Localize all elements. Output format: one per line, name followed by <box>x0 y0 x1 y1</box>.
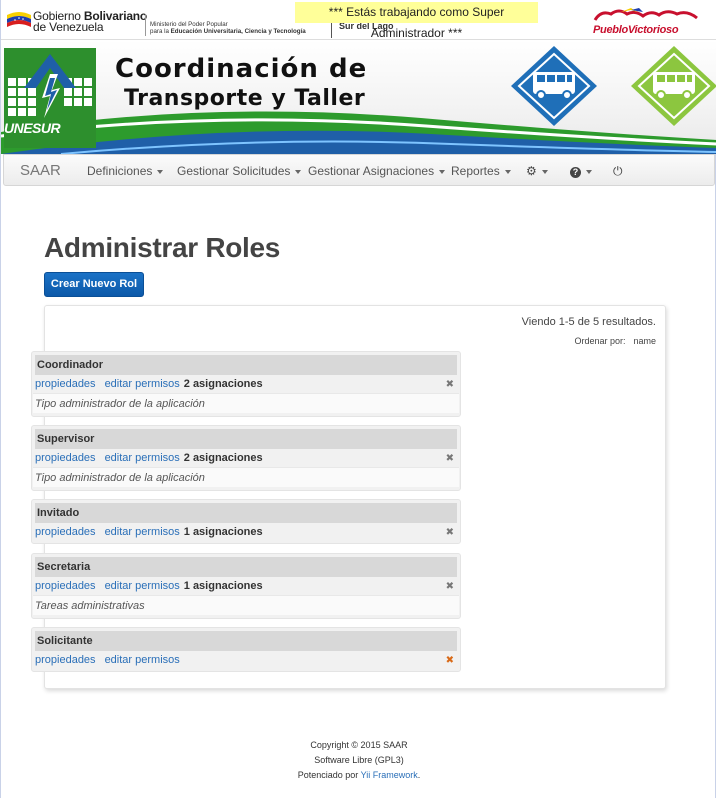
super-admin-banner: *** Estás trabajando como Super Administ… <box>295 2 538 40</box>
nav-reportes[interactable]: Reportes <box>451 164 511 178</box>
sort-by-name-link[interactable]: name <box>633 336 656 346</box>
delete-icon[interactable]: ✖ <box>446 652 454 670</box>
role-name: Invitado <box>35 503 457 523</box>
caret-down-icon <box>439 169 446 174</box>
main-navbar: SAAR Definiciones Gestionar Solicitudes … <box>3 154 715 186</box>
edit-permissions-link[interactable]: editar permisos <box>105 378 180 390</box>
caret-down-icon <box>157 169 164 174</box>
caret-down-icon <box>295 169 302 174</box>
role-name: Secretaria <box>35 557 457 577</box>
role-actions: propiedades editar permisos 1 asignaciones… <box>32 523 460 541</box>
header-banner: UNESUR Coordinación de Transporte y Tall… <box>1 40 716 154</box>
assignments-count: 2 asignaciones <box>183 378 263 390</box>
sort-label: Ordenar por: <box>574 336 626 346</box>
divider <box>145 14 146 36</box>
banner-title: Coordinación de <box>115 54 368 84</box>
role-description: Tareas administrativas <box>33 595 459 615</box>
assignments-count: 2 asignaciones <box>183 452 263 464</box>
role-name: Coordinador <box>35 355 457 375</box>
properties-link[interactable]: propiedades <box>35 452 96 464</box>
nav-gestionar-solicitudes[interactable]: Gestionar Solicitudes <box>177 164 302 178</box>
banner-subtitle: Transporte y Taller <box>124 86 366 111</box>
top-strip: Gobierno Bolivariano de Venezuela Minist… <box>1 0 716 40</box>
edit-permissions-link[interactable]: editar permisos <box>105 654 180 666</box>
edit-permissions-link[interactable]: editar permisos <box>105 580 180 592</box>
license: Software Libre (GPL3) <box>314 755 404 765</box>
role-item-coordinador: Coordinador propiedades editar permisos 2 … <box>31 351 461 417</box>
footer: Copyright © 2015 SAAR Software Libre (GP… <box>1 738 716 783</box>
assignments-count: 1 asignaciones <box>183 580 263 592</box>
edit-permissions-link[interactable]: editar permisos <box>105 452 180 464</box>
role-item-invitado: Invitado propiedades editar permisos 1 asi… <box>31 499 461 544</box>
role-name: Solicitante <box>35 631 457 651</box>
results-summary: Viendo 1-5 de 5 resultados. <box>521 316 656 328</box>
green-bus-icon <box>631 46 716 126</box>
ministry-name: Ministerio del Poder Popular para la Edu… <box>150 21 306 35</box>
edit-permissions-link[interactable]: editar permisos <box>105 526 180 538</box>
divider <box>331 22 332 38</box>
role-actions: propiedades editar permisos 2 asignaciones… <box>32 375 460 393</box>
caret-down-icon <box>504 169 511 174</box>
help-menu[interactable]: ? <box>570 164 592 178</box>
government-name: Gobierno Bolivariano de Venezuela <box>33 9 148 34</box>
role-item-secretaria: Secretaria propiedades editar permisos 1 a… <box>31 553 461 619</box>
power-icon: ⏻ <box>613 164 623 178</box>
role-actions: propiedades editar permisos 2 asignaciones… <box>32 449 460 467</box>
delete-icon[interactable]: ✖ <box>446 524 454 542</box>
page-frame: Gobierno Bolivariano de Venezuela Minist… <box>0 0 716 798</box>
venezuela-flag-icon <box>7 12 31 27</box>
settings-menu[interactable]: ⚙ <box>526 164 548 178</box>
blue-bus-icon <box>511 46 597 126</box>
assignments-count: 1 asignaciones <box>183 526 263 538</box>
page-title: Administrar Roles <box>44 232 281 263</box>
properties-link[interactable]: propiedades <box>35 654 96 666</box>
delete-icon[interactable]: ✖ <box>446 376 454 394</box>
powered-by: Potenciado por Yii Framework. <box>297 770 421 780</box>
yii-framework-link[interactable]: Yii Framework <box>361 770 418 780</box>
question-icon: ? <box>570 167 581 178</box>
sorter: Ordenar por: name <box>574 336 656 346</box>
role-item-supervisor: Supervisor propiedades editar permisos 2 a… <box>31 425 461 491</box>
logout-button[interactable]: ⏻ <box>613 164 623 179</box>
navbar-brand[interactable]: SAAR <box>20 162 61 179</box>
create-role-button[interactable]: Crear Nuevo Rol <box>44 272 144 297</box>
gear-icon: ⚙ <box>526 164 537 178</box>
delete-icon[interactable]: ✖ <box>446 578 454 596</box>
properties-link[interactable]: propiedades <box>35 580 96 592</box>
role-name: Supervisor <box>35 429 457 449</box>
role-description: Tipo administrador de la aplicación <box>33 393 459 413</box>
caret-down-icon <box>586 169 592 174</box>
nav-definiciones[interactable]: Definiciones <box>87 164 164 178</box>
delete-icon[interactable]: ✖ <box>446 450 454 468</box>
role-description: Tipo administrador de la aplicación <box>33 467 459 487</box>
copyright: Copyright © 2015 SAAR <box>310 740 408 750</box>
pueblo-victorioso-text: PuebloVictorioso <box>593 24 679 36</box>
unesur-text: UNESUR <box>4 120 61 136</box>
caret-down-icon <box>541 169 548 174</box>
role-actions: propiedades editar permisos ✖ <box>32 651 460 669</box>
properties-link[interactable]: propiedades <box>35 526 96 538</box>
properties-link[interactable]: propiedades <box>35 378 96 390</box>
role-item-solicitante: Solicitante propiedades editar permisos ✖ <box>31 627 461 672</box>
nav-gestionar-asignaciones[interactable]: Gestionar Asignaciones <box>308 164 446 178</box>
role-actions: propiedades editar permisos 1 asignaciones… <box>32 577 460 595</box>
